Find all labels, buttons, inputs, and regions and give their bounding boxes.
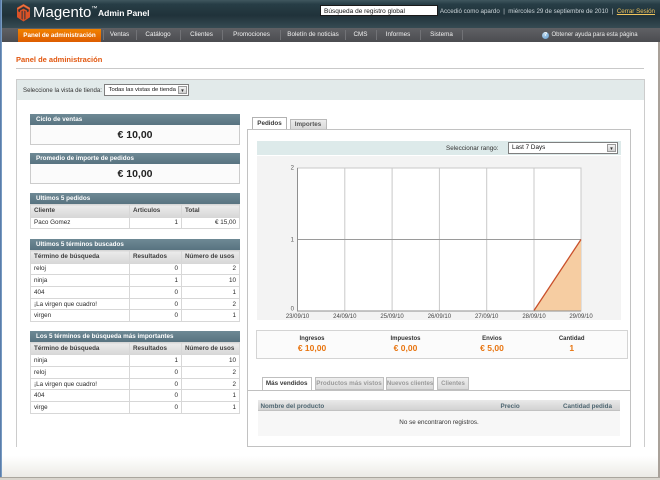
- svg-text:0: 0: [291, 306, 295, 312]
- svg-text:1: 1: [291, 237, 295, 243]
- svg-text:25/09/10: 25/09/10: [380, 314, 404, 320]
- svg-text:28/09/10: 28/09/10: [522, 314, 546, 320]
- svg-text:2: 2: [291, 165, 295, 171]
- svg-text:24/09/10: 24/09/10: [333, 314, 357, 320]
- svg-text:27/09/10: 27/09/10: [475, 314, 499, 320]
- svg-text:23/09/10: 23/09/10: [286, 314, 310, 320]
- svg-text:29/09/10: 29/09/10: [569, 314, 593, 320]
- svg-text:26/09/10: 26/09/10: [428, 314, 452, 320]
